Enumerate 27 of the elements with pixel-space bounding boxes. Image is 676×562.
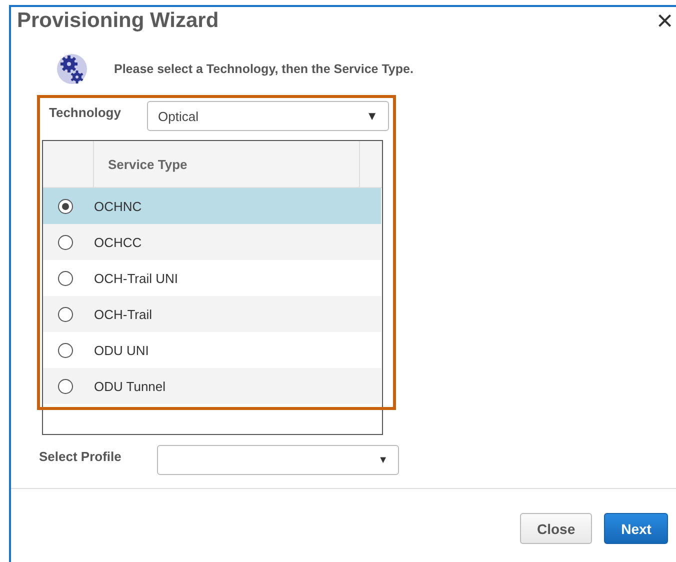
table-cell: OCH-Trail UNI (94, 270, 178, 286)
radio-button[interactable] (58, 270, 73, 286)
field-label: Technology (49, 104, 122, 120)
table-cell: ODU Tunnel (94, 378, 166, 394)
table-row[interactable]: OCHNC (43, 188, 381, 224)
profile-dropdown[interactable]: ▼ (157, 445, 399, 475)
table-row[interactable]: OCH-Trail (43, 296, 381, 332)
table-row[interactable]: ODU Tunnel (43, 368, 381, 404)
field-label: Select Profile (39, 448, 122, 464)
table-cell: OCHNC (94, 198, 142, 214)
close-button[interactable]: Close (520, 513, 592, 544)
gears-icon (56, 52, 88, 86)
table-cell: ODU UNI (94, 342, 149, 358)
radio-button[interactable] (58, 234, 73, 250)
radio-button[interactable] (58, 198, 73, 214)
radio-button[interactable] (58, 342, 73, 358)
next-button[interactable]: Next (604, 513, 668, 544)
instruction-text: Please select a Technology, then the Service Type. (114, 62, 414, 76)
radio-button[interactable] (58, 306, 73, 322)
dialog-title: Provisioning Wizard (17, 9, 219, 33)
column-header: Service Type (93, 141, 360, 187)
close-button[interactable]: × (656, 7, 673, 35)
technology-dropdown[interactable]: Optical ▼ (147, 101, 389, 131)
table-row[interactable]: OCHCC (43, 224, 381, 260)
radio-button[interactable] (58, 378, 73, 394)
table-cell: OCHCC (94, 234, 142, 250)
table-cell: OCH-Trail (94, 306, 152, 322)
